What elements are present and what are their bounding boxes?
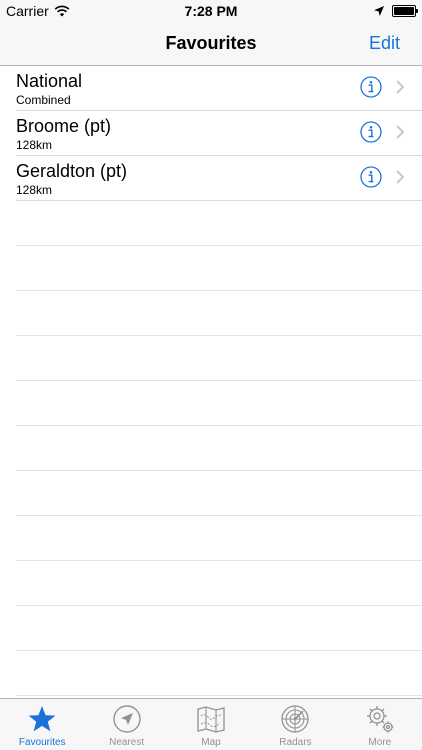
tab-label: Map [201,737,221,748]
star-icon [28,706,56,732]
tab-more[interactable]: More [338,699,422,750]
table-row[interactable]: Geraldton (pt) 128km [16,156,422,201]
empty-row [16,246,422,291]
battery-icon [392,5,418,17]
empty-row [16,471,422,516]
tab-label: More [368,737,392,748]
row-subtitle: 128km [16,183,53,197]
empty-row [16,336,422,381]
location-services-icon [374,6,384,16]
map-icon [197,706,225,733]
row-title: Broome (pt) [16,116,112,136]
row-subtitle: Combined [16,93,71,107]
info-icon[interactable] [360,121,382,143]
tab-radars[interactable]: Radars [253,699,337,750]
row-subtitle: 128km [16,138,53,152]
tab-favourites[interactable]: Favourites [0,699,84,750]
table-row[interactable]: Broome (pt) 128km [16,111,422,156]
tab-bar: Favourites Nearest Map Radars More [0,698,422,750]
row-title: Geraldton (pt) [16,161,128,181]
info-icon[interactable] [360,166,382,188]
row-title: National [16,71,83,91]
status-time: 7:28 PM [184,3,238,19]
location-arrow-icon [112,705,141,733]
tab-label: Favourites [18,737,66,748]
empty-row [16,561,422,606]
empty-row [16,651,422,696]
empty-row [16,426,422,471]
chevron-right-icon [396,125,404,139]
navigation-bar: Favourites Edit [0,22,422,66]
chevron-right-icon [396,80,404,94]
tab-label: Nearest [109,737,145,748]
chevron-right-icon [396,170,404,184]
tab-map[interactable]: Map [169,699,253,750]
favourites-table: National Combined Broome (pt) 128km Gera… [0,66,422,696]
status-bar: Carrier 7:28 PM [0,0,422,22]
empty-row [16,201,422,246]
tab-label: Radars [279,737,312,748]
empty-row [16,381,422,426]
radar-icon [281,705,310,733]
status-right [374,5,418,17]
page-title: Favourites [165,33,257,53]
empty-row [16,291,422,336]
empty-row [16,606,422,651]
table-row[interactable]: National Combined [16,66,422,111]
gear-icon [366,706,394,733]
edit-button[interactable]: Edit [369,33,400,54]
tab-nearest[interactable]: Nearest [84,699,168,750]
info-icon[interactable] [360,76,382,98]
empty-row [16,516,422,561]
